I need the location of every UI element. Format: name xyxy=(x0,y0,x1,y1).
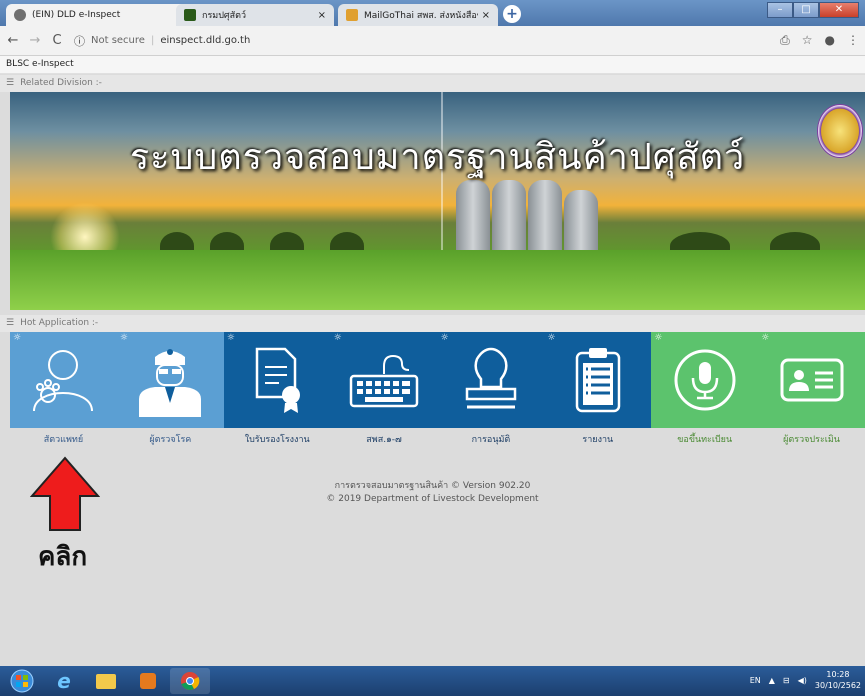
gear-icon: ☼ xyxy=(13,333,22,343)
window-controls: – □ ✕ xyxy=(767,2,859,18)
url-text: einspect.dld.go.th xyxy=(160,35,251,46)
silo xyxy=(456,180,490,250)
tile-form-1-7[interactable]: ☼ xyxy=(330,332,438,428)
info-icon[interactable]: ⓘ xyxy=(74,33,85,49)
account-icon[interactable]: ● xyxy=(825,33,835,48)
hamburger-icon: ☰ xyxy=(6,78,15,88)
omnibox[interactable]: ⓘ Not secure | einspect.dld.go.th xyxy=(74,33,250,49)
language-indicator[interactable]: EN xyxy=(750,676,761,685)
tile-report[interactable]: ☼ xyxy=(544,332,652,428)
tab-close-icon[interactable]: × xyxy=(482,10,490,21)
security-label: Not secure xyxy=(91,35,145,46)
application-tiles: ☼ ☼ ☼ ☼ ☼ ☼ ☼ ☼ xyxy=(10,332,865,428)
tab-title: กรมปศุสัตว์ xyxy=(202,11,247,21)
tab-dld[interactable]: กรมปศุสัตว์ × xyxy=(176,4,334,26)
browser-tab-strip: (EIN) DLD e-Inspect × กรมปศุสัตว์ × Mail… xyxy=(0,0,865,26)
new-tab-button[interactable]: + xyxy=(503,5,521,23)
gear-icon: ☼ xyxy=(226,333,235,343)
tile-label-approval[interactable]: การอนุมัติ xyxy=(438,432,545,446)
tile-label-factory-certificate[interactable]: ใบรับรองโรงงาน xyxy=(224,432,331,446)
menu-icon[interactable]: ⋮ xyxy=(847,33,859,48)
network-icon[interactable]: ⊟ xyxy=(783,676,790,685)
clipboard-icon xyxy=(575,348,621,413)
volume-icon[interactable]: ◀) xyxy=(798,676,807,685)
gear-icon: ☼ xyxy=(547,333,556,343)
gear-icon: ☼ xyxy=(654,333,663,343)
tile-label-registration[interactable]: ขอขึ้นทะเบียน xyxy=(651,432,758,446)
footer-copyright: © 2019 Department of Livestock Developme… xyxy=(326,494,539,504)
tile-factory-certificate[interactable]: ☼ xyxy=(223,332,331,428)
tab-close-icon[interactable]: × xyxy=(318,10,326,21)
red-arrow-up-icon xyxy=(30,456,100,531)
mail-icon xyxy=(346,9,358,21)
tile-label-report[interactable]: รายงาน xyxy=(544,432,651,446)
id-card-icon xyxy=(780,358,844,402)
click-annotation: คลิก xyxy=(38,542,88,572)
minimize-button[interactable]: – xyxy=(767,2,793,18)
tab-title: MailGoThai สพส. ส่งหนังสือขอยา xyxy=(364,11,478,21)
clock[interactable]: 10:28 30/10/2562 xyxy=(815,669,861,691)
tile-label-veterinarian[interactable]: สัตวแพทย์ xyxy=(10,432,117,446)
hamburger-icon: ☰ xyxy=(6,318,15,328)
silo xyxy=(528,180,562,250)
vet-icon xyxy=(33,350,94,412)
related-division-label: Related Division :- xyxy=(20,78,102,88)
tile-disease-inspector[interactable]: ☼ xyxy=(116,332,224,428)
windows-taskbar: e EN ▲ ⊟ ◀) 10:28 30/10/2562 xyxy=(0,666,865,696)
gear-icon: ☼ xyxy=(333,333,342,343)
hero-banner: ระบบตรวจสอบมาตรฐานสินค้าปศุสัตว์ xyxy=(10,92,865,310)
tile-registration[interactable]: ☼ xyxy=(651,332,759,428)
translate-icon[interactable]: ⎙ xyxy=(780,33,790,48)
tab-ein-dld[interactable]: (EIN) DLD e-Inspect × xyxy=(6,4,196,26)
hot-application-bar[interactable]: ☰ Hot Application :- xyxy=(0,315,865,332)
silo xyxy=(492,180,526,250)
tile-label-form-1-7[interactable]: สพส.๑-๗ xyxy=(331,432,438,446)
tile-label-assessor[interactable]: ผู้ตรวจประเมิน xyxy=(758,432,865,446)
inspector-icon xyxy=(139,349,202,417)
stamp-icon xyxy=(465,347,517,409)
keyboard-icon xyxy=(349,354,419,408)
banner-title: ระบบตรวจสอบมาตรฐานสินค้าปศุสัตว์ xyxy=(129,137,746,178)
tile-assessor[interactable]: ☼ xyxy=(758,332,865,428)
tab-title: (EIN) DLD e-Inspect xyxy=(32,10,121,20)
forward-icon[interactable]: → xyxy=(26,33,44,48)
chrome-icon[interactable] xyxy=(170,668,210,694)
system-tray: EN ▲ ⊟ ◀) 10:28 30/10/2562 xyxy=(750,669,861,691)
media-player-icon[interactable] xyxy=(128,668,168,694)
tile-label-disease-inspector[interactable]: ผู้ตรวจโรค xyxy=(117,432,224,446)
gear-icon: ☼ xyxy=(119,333,128,343)
gear-icon: ☼ xyxy=(440,333,449,343)
dld-logo-icon xyxy=(184,9,196,21)
show-hidden-icons-icon[interactable]: ▲ xyxy=(769,676,775,685)
maximize-button[interactable]: □ xyxy=(793,2,819,18)
footer-version: การตรวจสอบมาตรฐานสินค้า © Version 902.20 xyxy=(334,481,531,491)
start-button[interactable] xyxy=(2,668,42,694)
gear-icon: ☼ xyxy=(761,333,770,343)
reload-icon[interactable]: C xyxy=(48,33,66,48)
star-icon[interactable]: ☆ xyxy=(802,33,813,48)
address-bar: ← → C ⓘ Not secure | einspect.dld.go.th … xyxy=(0,26,865,56)
related-division-bar[interactable]: ☰ Related Division :- xyxy=(0,75,865,92)
file-explorer-icon[interactable] xyxy=(86,668,126,694)
green-field xyxy=(10,250,865,310)
back-icon[interactable]: ← xyxy=(4,33,22,48)
clock-date: 30/10/2562 xyxy=(814,681,861,690)
tile-approval[interactable]: ☼ xyxy=(437,332,545,428)
clock-time: 10:28 xyxy=(826,670,850,679)
department-seal-icon xyxy=(817,104,863,158)
certificate-icon xyxy=(255,347,301,413)
tile-veterinarian[interactable]: ☼ xyxy=(10,332,117,428)
silo xyxy=(564,190,598,250)
internet-explorer-icon[interactable]: e xyxy=(44,668,84,694)
windows-logo-icon xyxy=(10,669,34,693)
chrome-page-icon xyxy=(14,9,26,21)
tile-labels: สัตวแพทย์ ผู้ตรวจโรค ใบรับรองโรงงาน สพส.… xyxy=(10,432,865,446)
chrome-logo-icon xyxy=(181,672,200,690)
tab-mailgothai[interactable]: MailGoThai สพส. ส่งหนังสือขอยา × xyxy=(338,4,498,26)
app-header: BLSC e-Inspect xyxy=(0,56,865,74)
hot-application-label: Hot Application :- xyxy=(20,318,99,328)
microphone-icon xyxy=(674,349,736,411)
close-window-button[interactable]: ✕ xyxy=(819,2,859,18)
